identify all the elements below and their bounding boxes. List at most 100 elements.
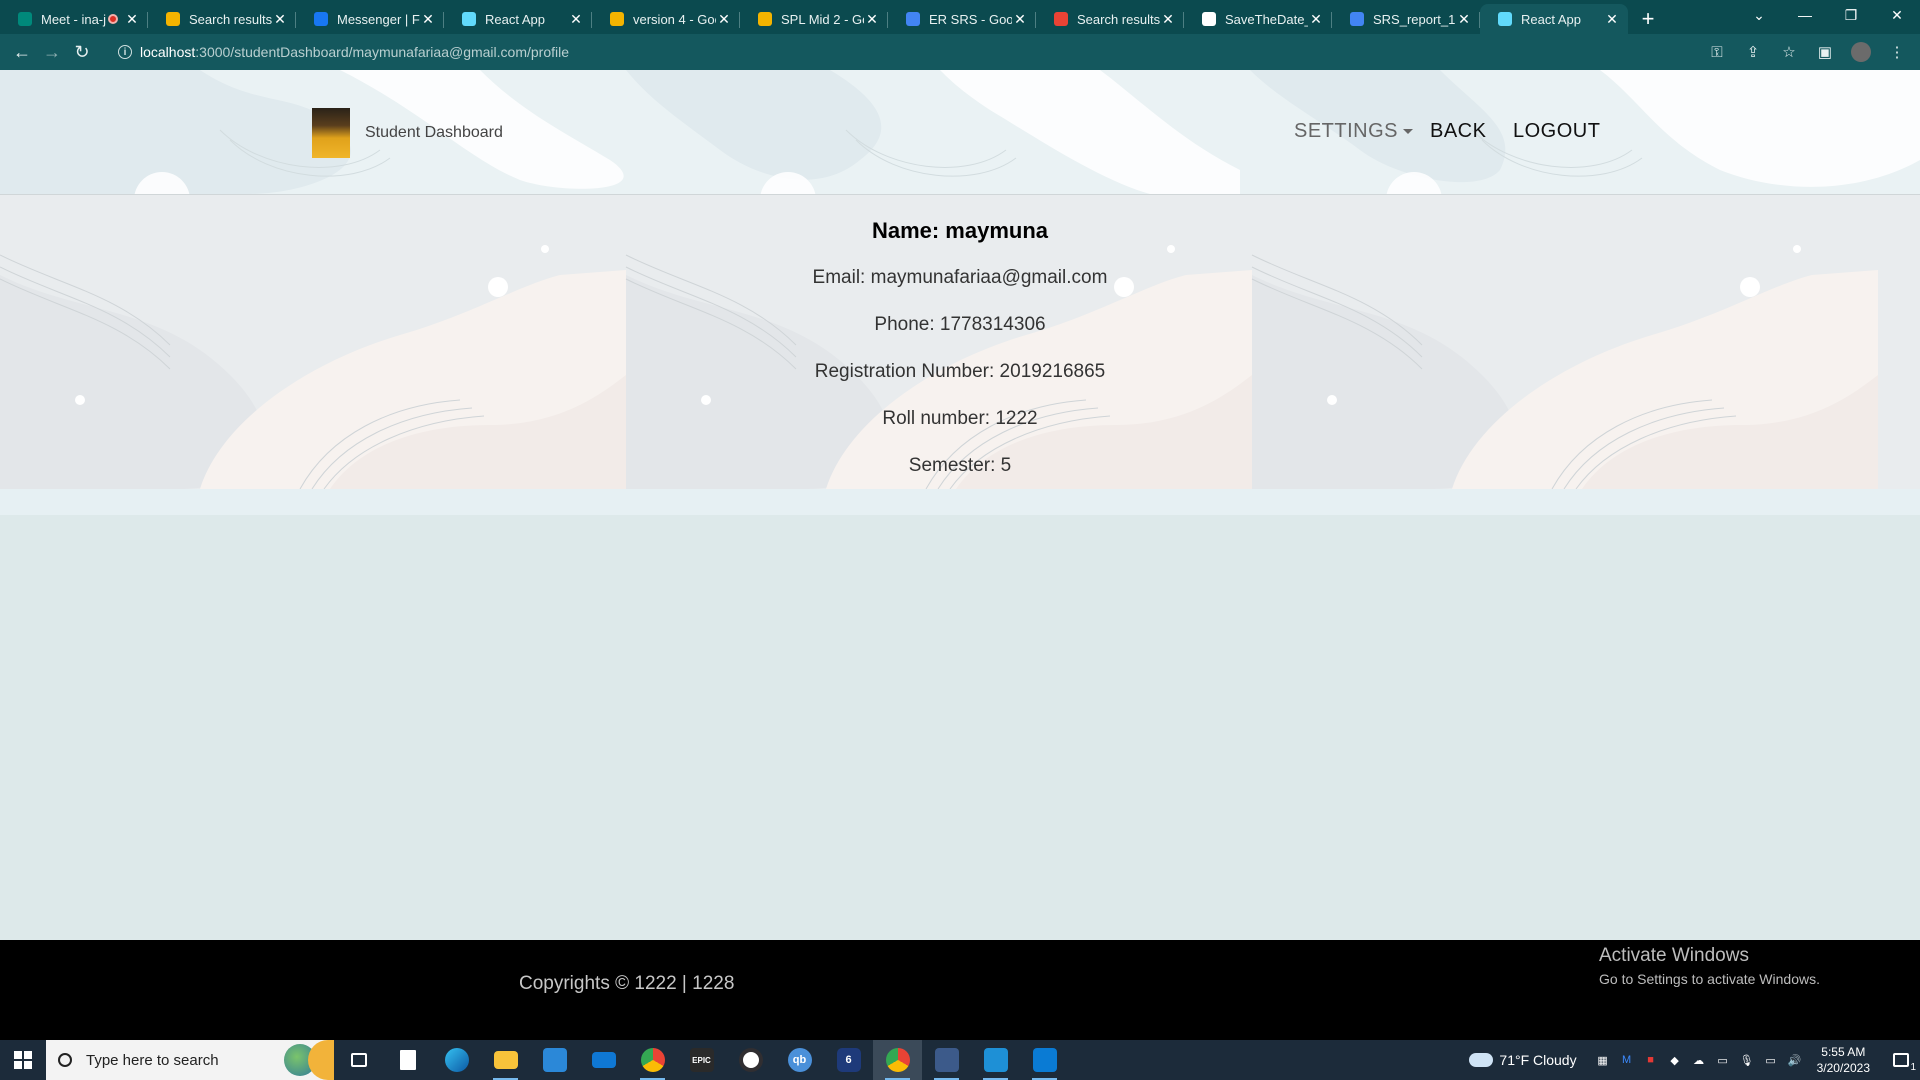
google-drive-icon [166, 12, 180, 26]
epic-games-icon[interactable]: EPIC [677, 1040, 726, 1080]
clock[interactable]: 5:55 AM 3/20/2023 [1817, 1044, 1870, 1076]
profile-avatar[interactable] [1846, 37, 1876, 67]
side-panel-icon[interactable]: ▣ [1810, 37, 1840, 67]
web-icon [1202, 12, 1216, 26]
network-icon[interactable]: ▭ [1762, 1051, 1780, 1069]
weather-text[interactable]: 71°F Cloudy [1499, 1052, 1576, 1068]
address-bar[interactable]: i localhost:3000/studentDashboard/maymun… [108, 38, 1700, 66]
tray-app-icon[interactable]: ◆ [1666, 1051, 1684, 1069]
browser-tab-label: React App [1521, 11, 1581, 27]
close-tab-icon[interactable]: ✕ [1604, 11, 1620, 28]
browser-tab[interactable]: React App ✕ [444, 4, 592, 34]
weather-cloud-icon[interactable] [1469, 1053, 1494, 1067]
obs-icon[interactable] [726, 1040, 775, 1080]
notification-center-icon[interactable]: 1 [1882, 1040, 1920, 1080]
share-icon[interactable]: ⇪ [1738, 37, 1768, 67]
site-info-icon[interactable]: i [118, 45, 132, 59]
mail-icon[interactable] [579, 1040, 628, 1080]
snipping-tool-icon[interactable] [922, 1040, 971, 1080]
browser-tab-label: SPL Mid 2 - Go [781, 11, 864, 27]
close-tab-icon[interactable]: ✕ [1160, 11, 1176, 28]
new-tab-button[interactable]: + [1628, 4, 1668, 34]
edge-browser-icon[interactable] [432, 1040, 481, 1080]
windows-taskbar: Type here to search EPIC qb 6 71°F Cloud… [0, 1040, 1920, 1080]
browser-tab[interactable]: SPL Mid 2 - Go ✕ [740, 4, 888, 34]
card-bottom-strip [0, 489, 1920, 515]
browser-toolbar: ← → ↻ i localhost:3000/studentDashboard/… [0, 34, 1920, 70]
google-meet-icon [18, 12, 32, 26]
restore-button[interactable]: ❐ [1828, 0, 1874, 30]
onedrive-icon[interactable]: ☁ [1690, 1051, 1708, 1069]
key-icon[interactable]: ⚿ [1702, 37, 1732, 67]
url-host: localhost [140, 44, 196, 60]
logout-link[interactable]: LOGOUT [1513, 120, 1600, 143]
device-icon[interactable]: ▭ [1714, 1051, 1732, 1069]
bookmark-star-icon[interactable]: ☆ [1774, 37, 1804, 67]
browser-tab[interactable]: Meet - ina-j ✕ [0, 4, 148, 34]
qbittorrent-icon[interactable]: qb [775, 1040, 824, 1080]
close-tab-icon[interactable]: ✕ [864, 11, 880, 28]
notepad-icon[interactable] [383, 1040, 432, 1080]
close-window-button[interactable]: ✕ [1874, 0, 1920, 30]
chrome-icon[interactable] [628, 1040, 677, 1080]
close-tab-icon[interactable]: ✕ [1456, 11, 1472, 28]
close-tab-icon[interactable]: ✕ [1308, 11, 1324, 28]
antivirus-icon[interactable]: ■ [1642, 1051, 1660, 1069]
browser-tab[interactable]: Search results - ✕ [1036, 4, 1184, 34]
browser-tab[interactable]: React App ✕ [1480, 4, 1628, 34]
photos-icon[interactable] [971, 1040, 1020, 1080]
reload-icon[interactable]: ↻ [67, 37, 97, 67]
browser-tab-strip: Meet - ina-j ✕ Search results - ✕ Messenger … [0, 0, 1920, 34]
app-6-icon[interactable]: 6 [824, 1040, 873, 1080]
close-tab-icon[interactable]: ✕ [1012, 11, 1028, 28]
browser-tab-label: Search results - [1077, 11, 1160, 27]
volume-icon[interactable]: 🔊 [1786, 1051, 1804, 1069]
browser-tab[interactable]: ER SRS - Googl✕ [888, 4, 1036, 34]
search-icon [58, 1053, 72, 1067]
close-tab-icon[interactable]: ✕ [272, 11, 288, 28]
windows-logo-icon [14, 1051, 32, 1069]
back-link[interactable]: BACK [1430, 120, 1486, 143]
close-tab-icon[interactable]: ✕ [716, 11, 732, 28]
browser-tab[interactable]: Search results - ✕ [148, 4, 296, 34]
forward-arrow-icon[interactable]: → [37, 37, 67, 67]
browser-tab[interactable]: SRS_report_122✕ [1332, 4, 1480, 34]
browser-tab-label: SaveTheDate_SI [1225, 11, 1308, 27]
google-docs-icon [1350, 12, 1364, 26]
close-tab-icon[interactable]: ✕ [124, 11, 140, 28]
profile-roll: Roll number: 1222 [882, 408, 1038, 429]
navbar: Student Dashboard SETTINGS BACK LOGOUT [0, 70, 1920, 194]
settings-dropdown[interactable]: SETTINGS [1294, 120, 1414, 143]
windows-start-button[interactable] [0, 1040, 46, 1080]
google-docs-icon [906, 12, 920, 26]
microphone-icon[interactable]: 🎙 [1738, 1051, 1756, 1069]
browser-tab-label: React App [485, 11, 545, 27]
browser-tab[interactable]: SaveTheDate_SI✕ [1184, 4, 1332, 34]
malwarebytes-icon[interactable]: M [1618, 1051, 1636, 1069]
close-tab-icon[interactable]: ✕ [568, 11, 584, 28]
back-arrow-icon[interactable]: ← [7, 37, 37, 67]
minimize-button[interactable]: — [1782, 0, 1828, 30]
microsoft-store-icon[interactable] [530, 1040, 579, 1080]
vscode-icon[interactable] [1020, 1040, 1069, 1080]
ime-icon[interactable]: ▦ [1594, 1051, 1612, 1069]
browser-tab[interactable]: Messenger | Fac✕ [296, 4, 444, 34]
task-view-icon[interactable] [334, 1040, 383, 1080]
profile-semester: Semester: 5 [908, 455, 1012, 476]
browser-tab-label: version 4 - Goo [633, 11, 716, 27]
profile-name: Name: maymuna [871, 218, 1049, 243]
google-drive-icon [610, 12, 624, 26]
taskbar-search-box[interactable]: Type here to search [46, 1040, 334, 1080]
menu-kebab-icon[interactable]: ⋮ [1882, 37, 1912, 67]
chrome-active-icon[interactable] [873, 1040, 922, 1080]
caret-down-icon [1403, 129, 1414, 135]
file-explorer-icon[interactable] [481, 1040, 530, 1080]
tab-search-chevron-icon[interactable]: ⌄ [1736, 0, 1782, 30]
browser-tab[interactable]: version 4 - Goo ✕ [592, 4, 740, 34]
google-slides-icon [758, 12, 772, 26]
brand-avatar-image[interactable] [312, 108, 350, 158]
browser-tab-label: Search results - [189, 11, 272, 27]
close-tab-icon[interactable]: ✕ [420, 11, 436, 28]
brand-title[interactable]: Student Dashboard [365, 124, 503, 142]
profile-email: Email: maymunafariaa@gmail.com [812, 267, 1108, 288]
